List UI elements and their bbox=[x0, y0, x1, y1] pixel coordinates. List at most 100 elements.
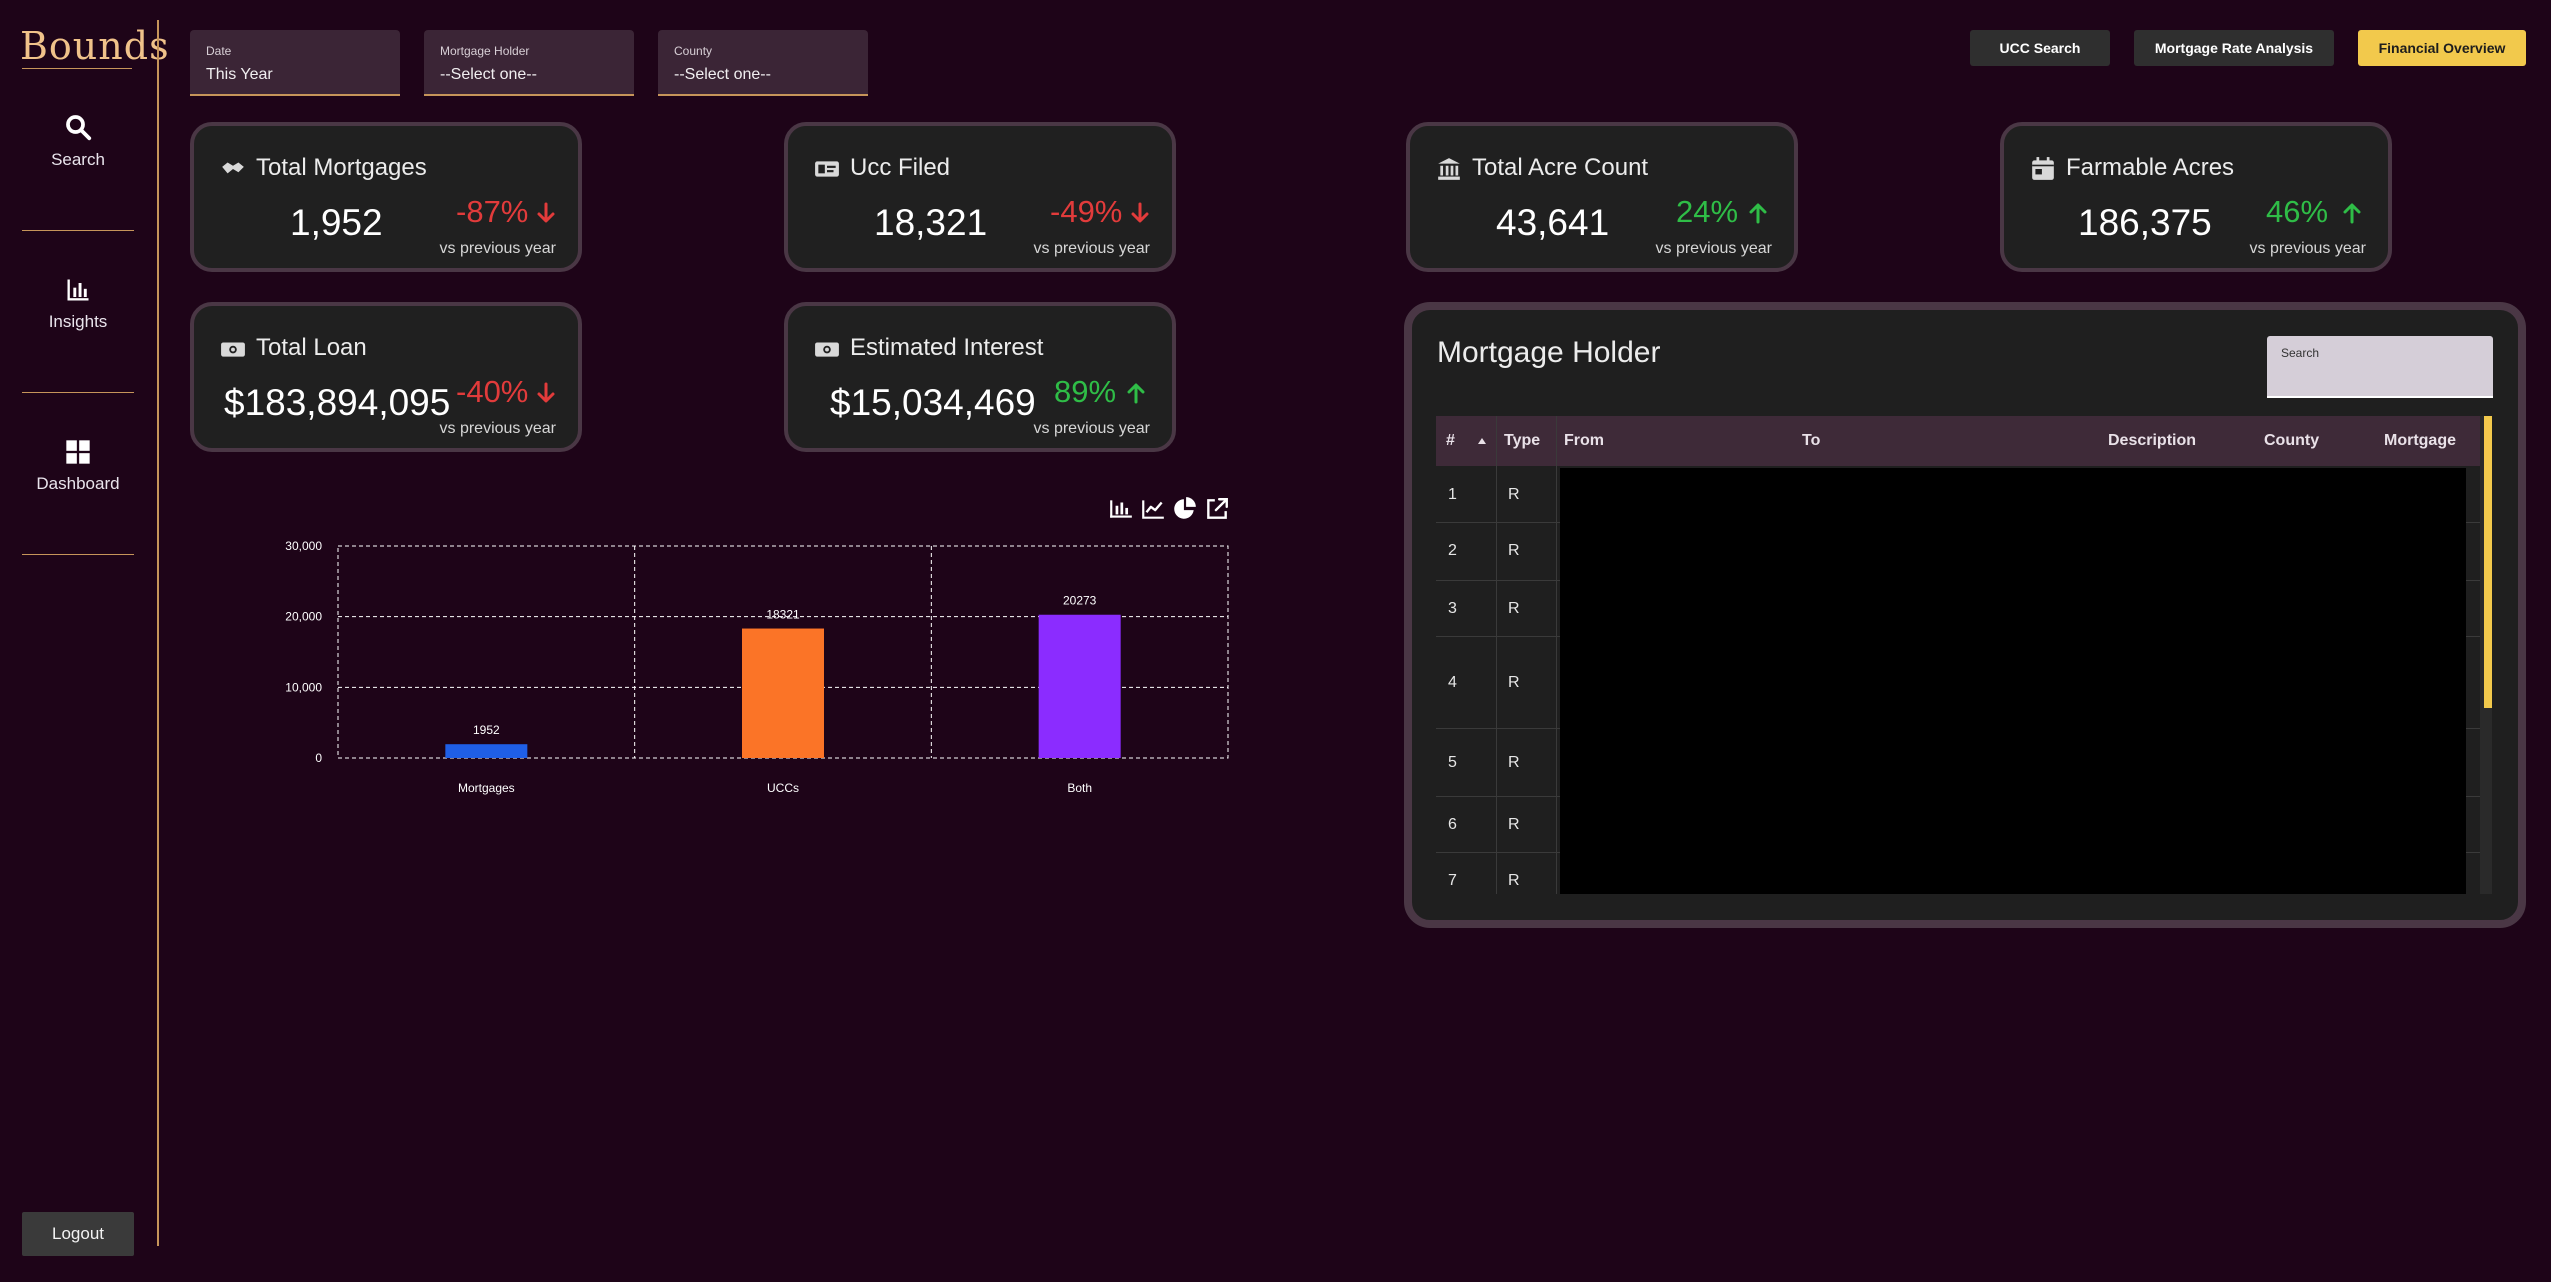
sort-up-icon[interactable] bbox=[1476, 436, 1488, 446]
cash-icon bbox=[815, 342, 839, 357]
row-type: R bbox=[1508, 872, 1520, 889]
ucc-search-button[interactable]: UCC Search bbox=[1970, 30, 2110, 66]
x-category-label: UCCs bbox=[767, 781, 799, 795]
search-icon bbox=[66, 115, 92, 141]
handshake-icon bbox=[222, 162, 244, 174]
arrow-up-icon bbox=[1749, 203, 1767, 224]
kpi-card-estimated-interest: Estimated Interest $15,034,469 89% vs pr… bbox=[784, 302, 1176, 452]
y-tick-label: 30,000 bbox=[285, 539, 322, 553]
column-header-mortgage[interactable]: Mortgage bbox=[2384, 432, 2456, 450]
line-chart-icon[interactable] bbox=[1140, 496, 1166, 522]
mortgage-rate-analysis-button[interactable]: Mortgage Rate Analysis bbox=[2134, 30, 2334, 66]
table-content-area bbox=[1560, 468, 2466, 894]
kpi-subtext: vs previous year bbox=[1033, 420, 1151, 437]
kpi-value: 18,321 bbox=[874, 202, 988, 243]
data-label: 18321 bbox=[766, 608, 800, 622]
kpi-title: Total Loan bbox=[256, 334, 367, 361]
row-number: 5 bbox=[1448, 754, 1457, 771]
column-header-to[interactable]: To bbox=[1802, 432, 1820, 450]
arrow-up-icon bbox=[1127, 383, 1145, 404]
kpi-change: -40% bbox=[456, 374, 529, 409]
column-header-type[interactable]: Type bbox=[1504, 432, 1540, 450]
kpi-title: Total Mortgages bbox=[256, 154, 427, 181]
financial-overview-button[interactable]: Financial Overview bbox=[2358, 30, 2526, 66]
county-filter[interactable]: County --Select one-- bbox=[658, 30, 868, 96]
kpi-subtext: vs previous year bbox=[1655, 240, 1773, 257]
kpi-subtext: vs previous year bbox=[439, 420, 557, 437]
row-number: 1 bbox=[1448, 486, 1457, 503]
logout-button[interactable]: Logout bbox=[22, 1212, 134, 1256]
sidebar-divider bbox=[22, 392, 134, 393]
kpi-title: Farmable Acres bbox=[2066, 154, 2235, 181]
column-header-from[interactable]: From bbox=[1564, 432, 1604, 450]
filter-label: Date bbox=[206, 44, 232, 58]
bank-icon bbox=[1438, 158, 1460, 180]
kpi-card-ucc-filed: Ucc Filed 18,321 -49% vs previous year bbox=[784, 122, 1176, 272]
date-filter[interactable]: Date This Year bbox=[190, 30, 400, 96]
x-category-label: Mortgages bbox=[458, 781, 515, 795]
row-number: 4 bbox=[1448, 674, 1457, 691]
bar-uccs bbox=[742, 628, 824, 758]
sidebar-item-dashboard[interactable]: Dashboard bbox=[0, 438, 156, 494]
bar-mortgages bbox=[445, 744, 528, 758]
grid-icon bbox=[66, 440, 90, 464]
sidebar-item-insights[interactable]: Insights bbox=[0, 276, 156, 332]
sidebar-divider bbox=[22, 230, 134, 231]
filter-label: Mortgage Holder bbox=[440, 44, 530, 58]
y-tick-label: 10,000 bbox=[285, 680, 322, 694]
kpi-change: -49% bbox=[1050, 194, 1123, 229]
filter-value: This Year bbox=[206, 66, 273, 83]
logo-underline bbox=[22, 68, 132, 69]
kpi-title: Ucc Filed bbox=[850, 154, 951, 181]
row-type: R bbox=[1508, 486, 1520, 503]
arrow-up-icon bbox=[2343, 203, 2361, 224]
kpi-card-total-mortgages: Total Mortgages 1,952 -87% vs previous y… bbox=[190, 122, 582, 272]
bar-chart-icon[interactable] bbox=[1108, 496, 1134, 522]
row-type: R bbox=[1508, 600, 1520, 617]
kpi-value: $183,894,095 bbox=[224, 382, 451, 423]
panel-title: Mortgage Holder bbox=[1437, 336, 1661, 369]
table-scrollbar-thumb[interactable] bbox=[2484, 416, 2492, 708]
sidebar-item-label: Insights bbox=[48, 312, 108, 331]
column-header-description[interactable]: Description bbox=[2108, 432, 2196, 450]
sidebar-item-label: Dashboard bbox=[36, 474, 120, 493]
kpi-title: Estimated Interest bbox=[850, 334, 1044, 361]
kpi-card-farmable-acres: Farmable Acres 186,375 46% vs previous y… bbox=[2000, 122, 2392, 272]
column-header-number[interactable]: # bbox=[1446, 432, 1455, 450]
y-tick-label: 0 bbox=[315, 751, 322, 765]
kpi-title: Total Acre Count bbox=[1472, 154, 1649, 181]
row-type: R bbox=[1508, 674, 1520, 691]
kpi-value: 43,641 bbox=[1496, 202, 1610, 243]
sidebar: Bounds Search Insights Dashboard Logout bbox=[0, 0, 169, 1282]
mortgage-holder-filter[interactable]: Mortgage Holder --Select one-- bbox=[424, 30, 634, 96]
kpi-subtext: vs previous year bbox=[2249, 240, 2367, 257]
row-number: 7 bbox=[1448, 872, 1457, 889]
kpi-value: 186,375 bbox=[2078, 202, 2212, 243]
sidebar-divider bbox=[22, 554, 134, 555]
y-tick-label: 20,000 bbox=[285, 610, 322, 624]
kpi-change: 24% bbox=[1676, 194, 1739, 229]
filter-value: --Select one-- bbox=[440, 66, 537, 83]
column-header-county[interactable]: County bbox=[2264, 432, 2319, 450]
bar-chart: 0 10,000 20,000 30,000 1952 Mortgages 18321 UCC… bbox=[285, 539, 1229, 795]
sidebar-item-search[interactable]: Search bbox=[0, 112, 156, 170]
mortgage-holder-table: # Type From To Description County Mortga… bbox=[1436, 416, 2496, 894]
filter-label: County bbox=[674, 44, 713, 58]
row-number: 6 bbox=[1448, 816, 1457, 833]
kpi-subtext: vs previous year bbox=[439, 240, 557, 257]
kpi-change: 46% bbox=[2266, 194, 2329, 229]
app-logo: Bounds bbox=[20, 24, 170, 68]
row-type: R bbox=[1508, 542, 1520, 559]
external-link-icon[interactable] bbox=[1204, 496, 1230, 522]
column-divider bbox=[1496, 416, 1497, 894]
mortgage-holder-search-input[interactable]: Search bbox=[2267, 336, 2493, 398]
bar-chart-icon bbox=[67, 279, 89, 301]
pie-chart-icon[interactable] bbox=[1172, 496, 1198, 522]
row-type: R bbox=[1508, 816, 1520, 833]
row-number: 2 bbox=[1448, 542, 1457, 559]
kpi-value: $15,034,469 bbox=[830, 382, 1036, 423]
sidebar-item-label: Search bbox=[51, 150, 105, 169]
filter-value: --Select one-- bbox=[674, 66, 771, 83]
arrow-down-icon bbox=[537, 202, 555, 223]
row-type: R bbox=[1508, 754, 1520, 771]
